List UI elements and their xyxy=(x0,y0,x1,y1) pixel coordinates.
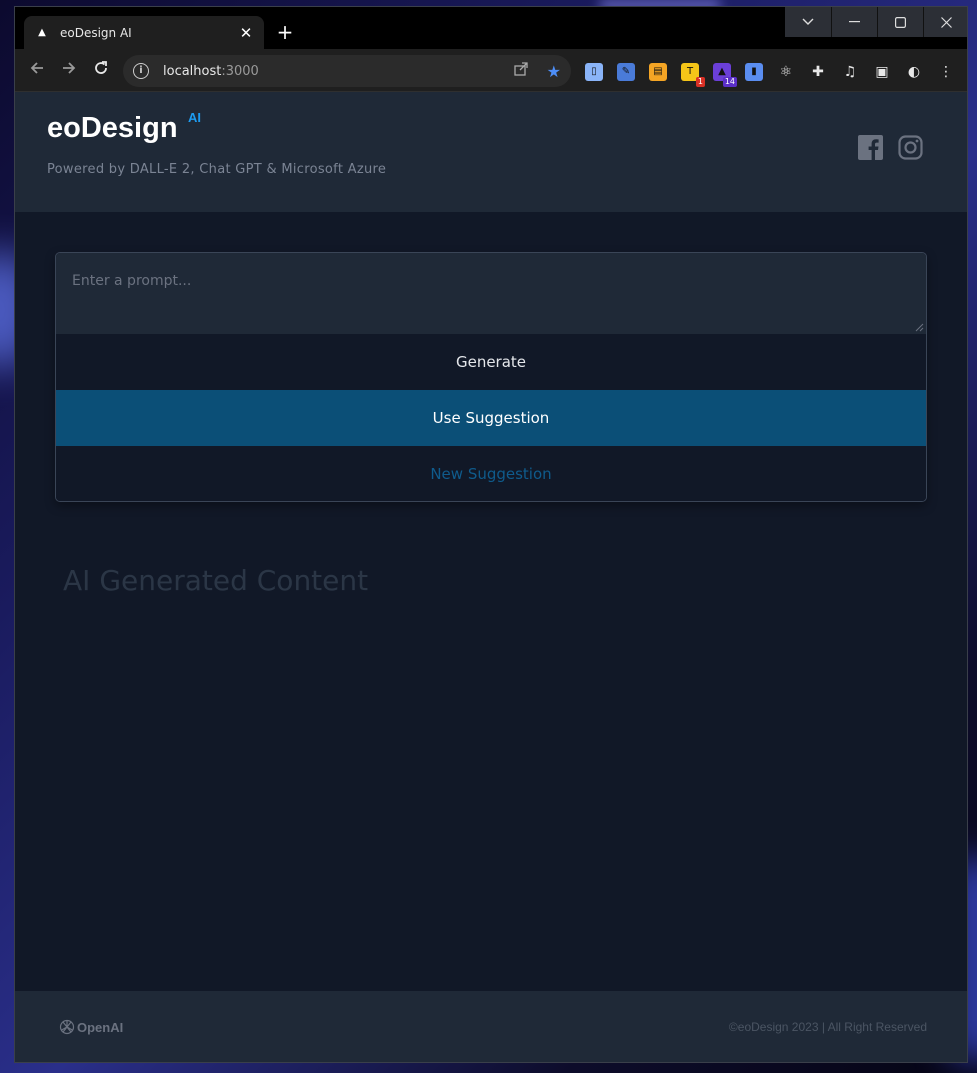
close-window-button[interactable] xyxy=(923,7,967,37)
url-host: localhost xyxy=(163,63,222,79)
edge-icon[interactable]: ◐ xyxy=(905,63,923,81)
resize-handle-icon[interactable] xyxy=(915,323,924,332)
site-footer: OpenAI ©eoDesign 2023 | All Right Reserv… xyxy=(15,991,967,1062)
extension-badge: 14 xyxy=(722,77,737,87)
forward-button[interactable] xyxy=(57,59,81,83)
arrow-left-icon xyxy=(30,62,43,74)
react-icon[interactable]: ⚛ xyxy=(777,63,795,81)
reload-button[interactable] xyxy=(89,59,113,83)
site-header: eoDesign AI Powered by DALL-E 2, Chat GP… xyxy=(15,92,967,212)
page-content: eoDesign AI Powered by DALL-E 2, Chat GP… xyxy=(15,92,967,1062)
copyright-text: ©eoDesign 2023 | All Right Reserved xyxy=(728,1020,927,1034)
openai-link[interactable]: OpenAI xyxy=(59,1019,123,1035)
graduation-icon[interactable]: ▲ 14 xyxy=(713,63,737,87)
prompt-card: Generate Use Suggestion New Suggestion xyxy=(55,252,927,502)
tab-close-icon[interactable]: ✕ xyxy=(238,24,254,42)
brand-logo[interactable]: eoDesign xyxy=(47,112,178,145)
url-text[interactable]: localhost:3000 xyxy=(163,64,513,79)
document-icon[interactable]: ▯ xyxy=(585,63,603,81)
prompt-input[interactable] xyxy=(56,253,926,334)
browser-toolbar: i localhost:3000 ★ ▯ ✎ ▤ T 1 ▲ 14 ▮ ⚛ ✚ ♫ ▣ ◐ ⋮ xyxy=(15,49,967,92)
new-tab-button[interactable]: + xyxy=(273,20,297,44)
back-button[interactable] xyxy=(25,59,49,83)
browser-window: ▲ eoDesign AI ✕ + i localhost:3000 ★ ▯ ✎… xyxy=(14,6,968,1063)
chevron-down-icon xyxy=(802,18,814,25)
address-bar[interactable]: i localhost:3000 ★ xyxy=(123,55,571,87)
extension-badge: 1 xyxy=(695,77,705,87)
media-icon[interactable]: ♫ xyxy=(841,63,859,81)
generate-button[interactable]: Generate xyxy=(56,334,926,390)
tab-eodesign[interactable]: ▲ eoDesign AI ✕ xyxy=(24,16,264,49)
minimize-button[interactable] xyxy=(831,7,877,37)
openai-label: OpenAI xyxy=(77,1019,124,1035)
tag-icon[interactable]: ▮ xyxy=(745,63,763,81)
instagram-icon[interactable] xyxy=(898,135,923,160)
reload-icon xyxy=(95,61,107,74)
menu-icon[interactable]: ⋮ xyxy=(937,63,955,81)
new-suggestion-button[interactable]: New Suggestion xyxy=(56,446,926,501)
openai-logo-icon xyxy=(59,1019,75,1035)
section-title: AI Generated Content xyxy=(63,564,369,597)
tagline: Powered by DALL-E 2, Chat GPT & Microsof… xyxy=(47,162,387,177)
use-suggestion-button[interactable]: Use Suggestion xyxy=(56,390,926,446)
facebook-icon[interactable] xyxy=(858,135,883,160)
sidepanel-icon[interactable]: ▣ xyxy=(873,63,891,81)
triangle-favicon-icon: ▲ xyxy=(38,27,46,38)
notes-icon[interactable]: ▤ xyxy=(649,63,667,81)
close-icon xyxy=(941,16,952,28)
url-port: :3000 xyxy=(221,63,259,79)
pin-icon[interactable]: ✎ xyxy=(617,63,635,81)
t-icon[interactable]: T1 xyxy=(681,63,705,87)
arrow-right-icon xyxy=(63,62,76,74)
maximize-icon xyxy=(895,16,906,28)
tab-search-button[interactable] xyxy=(785,7,831,37)
minimize-icon xyxy=(849,21,860,23)
bookmark-star-icon[interactable]: ★ xyxy=(547,62,561,81)
site-info-icon[interactable]: i xyxy=(133,63,149,79)
tab-bar: ▲ eoDesign AI ✕ + xyxy=(15,7,967,49)
puzzle-icon[interactable]: ✚ xyxy=(809,63,827,81)
tab-title: eoDesign AI xyxy=(60,25,132,40)
share-icon[interactable] xyxy=(513,61,529,81)
maximize-button[interactable] xyxy=(877,7,923,37)
brand-ai-badge: AI xyxy=(188,110,201,125)
